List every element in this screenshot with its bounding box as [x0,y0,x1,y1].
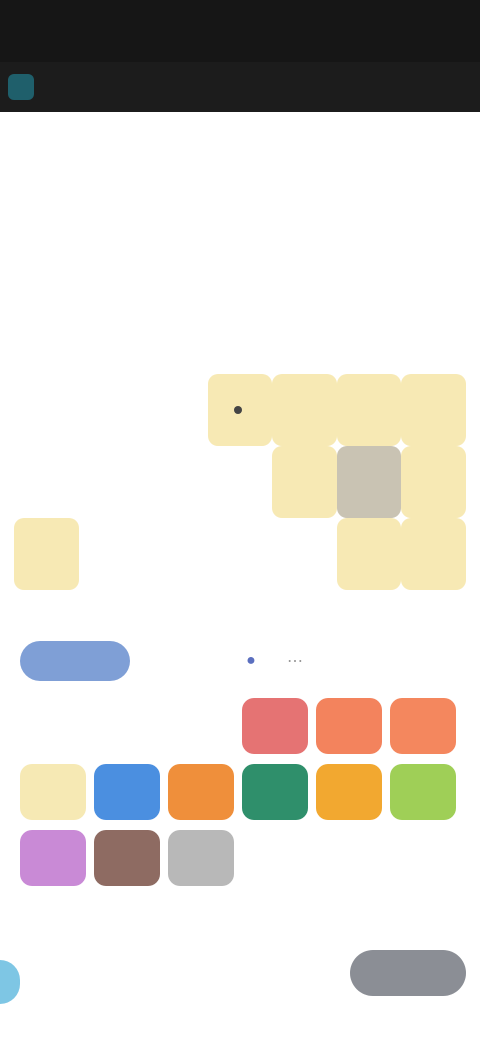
calendar-day[interactable] [14,374,79,446]
calendar-day[interactable] [79,374,144,446]
calendar-grid [14,230,466,590]
info-icon[interactable]: ● [236,646,266,676]
tab-row: ● ⋯ [20,638,460,684]
calendar-day[interactable] [401,230,466,302]
calendar-day[interactable] [401,302,466,374]
calendar-day[interactable] [79,518,144,590]
color-swatch-amber[interactable] [316,764,382,820]
calendar-day[interactable] [272,446,337,518]
status-bar [0,0,480,62]
calendar-day[interactable] [401,518,466,590]
calendar-day[interactable] [272,374,337,446]
calendar-day[interactable] [272,518,337,590]
color-swatch-lime[interactable] [390,764,456,820]
tab-second[interactable] [144,641,176,681]
calendar-day[interactable] [79,446,144,518]
footer [0,932,480,1022]
color-swatch-brown[interactable] [94,830,160,886]
calendar-day[interactable] [14,302,79,374]
calendar-day[interactable] [79,230,144,302]
color-swatch-teal-green[interactable] [242,764,308,820]
calendar-day[interactable] [143,374,208,446]
calendar-day[interactable] [272,230,337,302]
calendar-day[interactable] [336,374,402,446]
calendar-day[interactable] [14,518,79,590]
color-swatch-empty-2[interactable] [94,698,160,754]
calendar-day[interactable] [337,230,402,302]
calendar-day[interactable] [401,446,466,518]
color-swatch-blue[interactable] [94,764,160,820]
calendar-day[interactable] [337,302,402,374]
more-icon[interactable]: ⋯ [280,646,310,676]
calendar-day[interactable] [208,518,273,590]
calendar-day[interactable] [143,518,208,590]
calendar-day[interactable] [207,374,273,446]
calendar-day[interactable] [401,374,466,446]
app-icon[interactable] [8,74,34,100]
tab-third[interactable] [190,641,222,681]
calendar-day[interactable] [272,302,337,374]
calendar-day[interactable] [208,302,273,374]
calendar-day-selected[interactable] [336,446,402,518]
color-swatch-orange-red[interactable] [390,698,456,754]
calendar-day[interactable] [336,518,402,590]
color-swatch-pale-yellow[interactable] [20,764,86,820]
calendar-day[interactable] [143,446,208,518]
color-swatch-coral[interactable] [316,698,382,754]
calendar-day[interactable] [143,302,208,374]
tab-color[interactable] [20,641,130,681]
calendar-day[interactable] [14,446,79,518]
app-bar [0,62,480,112]
bottom-sheet: ● ⋯ [0,112,480,1040]
color-swatch-gray[interactable] [168,830,234,886]
calendar-day[interactable] [208,446,273,518]
color-swatch-empty-1[interactable] [20,698,86,754]
calendar-day[interactable] [79,302,144,374]
color-swatch-empty-3[interactable] [168,698,234,754]
confirm-button[interactable] [350,950,466,996]
calendar-day[interactable] [143,230,208,302]
side-handle[interactable] [0,960,20,1004]
color-swatch-purple[interactable] [20,830,86,886]
calendar-day[interactable] [14,230,79,302]
color-palette [20,698,460,886]
calendar-day[interactable] [208,230,273,302]
color-swatch-red[interactable] [242,698,308,754]
color-swatch-orange[interactable] [168,764,234,820]
